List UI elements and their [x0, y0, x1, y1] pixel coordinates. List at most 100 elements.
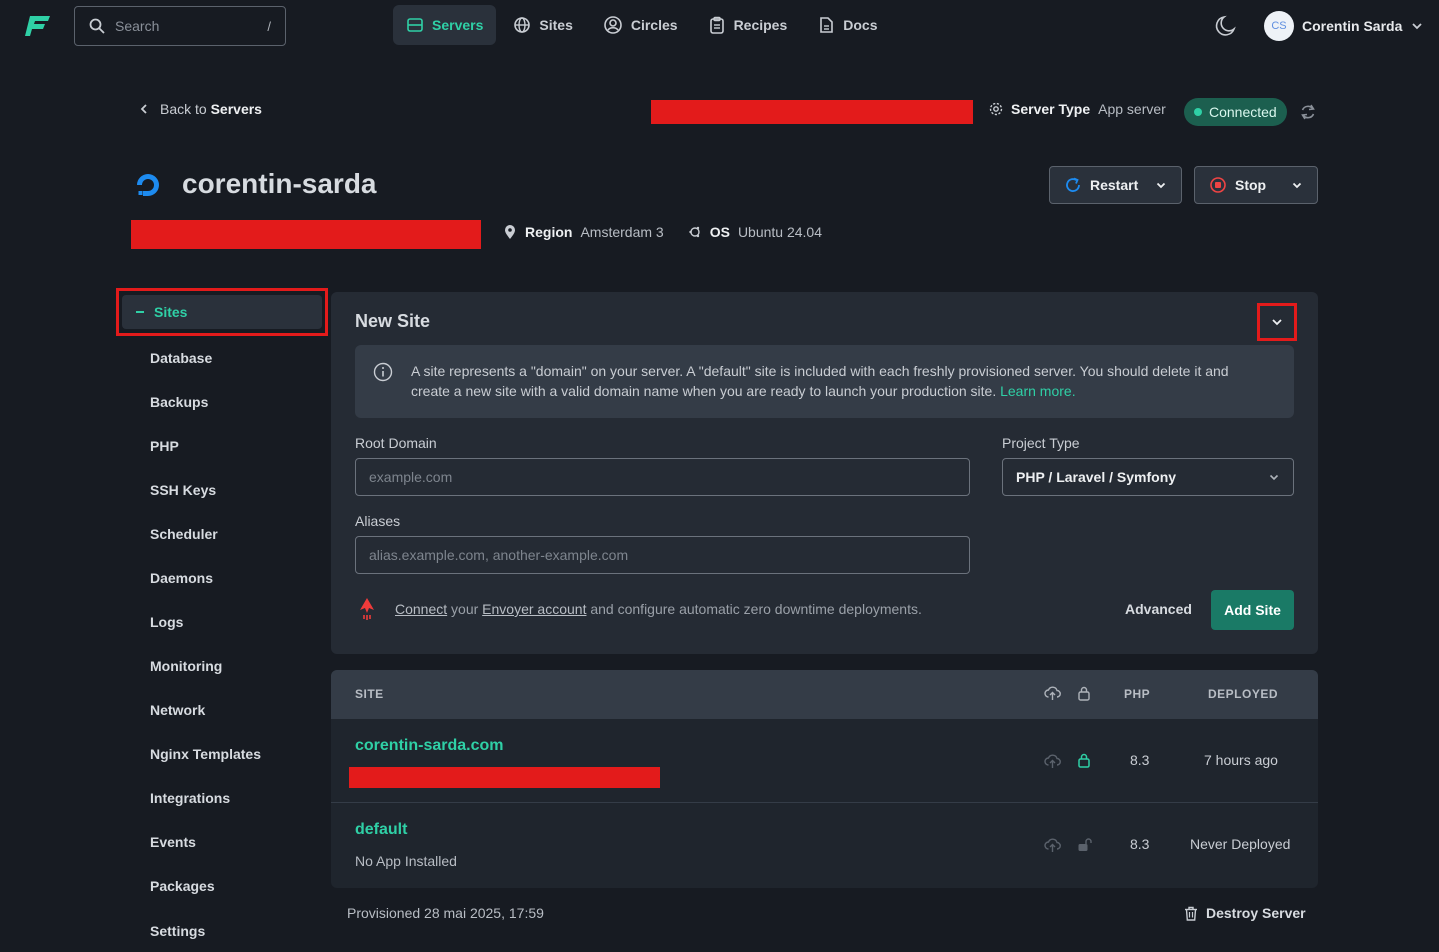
site-deployed: Never Deployed: [1190, 836, 1291, 852]
site-php-version: 8.3: [1130, 836, 1150, 852]
table-row[interactable]: corentin-sarda.com 8.3 7 hours ago: [331, 719, 1318, 803]
site-subtitle: No App Installed: [355, 853, 457, 869]
restart-icon: [1064, 176, 1082, 194]
moon-icon[interactable]: [1214, 14, 1238, 38]
envoyer-account-link[interactable]: Envoyer account: [482, 601, 586, 617]
redacted-block: [131, 220, 481, 249]
lock-icon: [1077, 685, 1091, 701]
nav-sites-label: Sites: [539, 17, 573, 33]
clipboard-icon: [708, 16, 726, 34]
provisioned-date: Provisioned 28 mai 2025, 17:59: [347, 905, 544, 921]
chevron-down-icon: [1291, 179, 1303, 191]
refresh-icon[interactable]: [1298, 102, 1318, 122]
sidebar-item-database[interactable]: Database: [116, 336, 328, 380]
sidebar-item-settings[interactable]: Settings: [116, 908, 328, 952]
sidebar-item-daemons[interactable]: Daemons: [116, 556, 328, 600]
root-domain-input[interactable]: [355, 458, 970, 496]
aliases-label: Aliases: [355, 513, 401, 529]
nav-servers-label: Servers: [432, 17, 484, 33]
nav-recipes[interactable]: Recipes: [695, 5, 801, 45]
lock-closed-icon: [1077, 752, 1091, 768]
project-type-select[interactable]: PHP / Laravel / Symfony: [1002, 458, 1294, 496]
sidebar-item-packages[interactable]: Packages: [116, 864, 328, 908]
os-label: OS: [709, 224, 730, 240]
envoyer-connect-link[interactable]: Connect: [395, 601, 447, 617]
server-sidebar: Sites Database Backups PHP SSH Keys Sche…: [116, 288, 328, 952]
sidebar-item-ssh-keys[interactable]: SSH Keys: [116, 468, 328, 512]
nav-docs[interactable]: Docs: [804, 5, 890, 45]
sidebar-item-nginx-templates[interactable]: Nginx Templates: [116, 732, 328, 776]
os-icon: [688, 225, 702, 239]
collapse-button[interactable]: [1257, 303, 1297, 341]
site-name-link[interactable]: corentin-sarda.com: [355, 737, 503, 755]
page-title: corentin-sarda: [182, 168, 377, 199]
search-input[interactable]: Search /: [74, 6, 286, 46]
user-menu[interactable]: CS Corentin Sarda: [1264, 11, 1424, 41]
nav-circles-label: Circles: [630, 17, 678, 33]
nav-servers[interactable]: Servers: [393, 5, 497, 45]
nav-sites[interactable]: Sites: [500, 5, 585, 45]
site-name-link[interactable]: default: [355, 821, 407, 839]
status-label: Connected: [1209, 104, 1277, 120]
lock-open-icon: [1077, 836, 1093, 852]
forge-logo-icon[interactable]: [24, 12, 52, 40]
sidebar-item-scheduler[interactable]: Scheduler: [116, 512, 328, 556]
sidebar-item-label: Sites: [154, 304, 188, 320]
redacted-block: [349, 767, 660, 788]
th-site: SITE: [355, 687, 384, 701]
sidebar-item-sites[interactable]: Sites: [116, 288, 328, 336]
sidebar-item-network[interactable]: Network: [116, 688, 328, 732]
sidebar-item-monitoring[interactable]: Monitoring: [116, 644, 328, 688]
th-deployed: DEPLOYED: [1208, 687, 1279, 701]
advanced-button[interactable]: Advanced: [1125, 601, 1192, 617]
cloud-upload-icon: [1044, 685, 1061, 701]
cloud-upload-icon: [1044, 753, 1061, 769]
globe-icon: [513, 16, 531, 34]
envoyer-text: and configure automatic zero downtime de…: [590, 601, 922, 617]
nav-circles[interactable]: Circles: [590, 5, 691, 45]
stop-icon: [1209, 176, 1227, 194]
os-value: Ubuntu 24.04: [737, 224, 823, 240]
restart-button[interactable]: Restart: [1049, 166, 1182, 204]
back-prefix: Back to: [160, 101, 207, 117]
th-php: PHP: [1124, 687, 1151, 701]
gear-icon: [989, 102, 1003, 116]
digitalocean-icon: [133, 170, 163, 200]
destroy-server-button[interactable]: Destroy Server: [1184, 905, 1306, 921]
map-pin-icon: [503, 224, 517, 240]
nav-docs-label: Docs: [843, 17, 878, 33]
sidebar-item-integrations[interactable]: Integrations: [116, 776, 328, 820]
envoyer-rocket-icon: [357, 597, 377, 621]
info-box: A site represents a "domain" on your ser…: [355, 345, 1294, 418]
chevron-down-icon: [1410, 19, 1424, 33]
chevron-down-icon: [1270, 315, 1284, 329]
sidebar-item-events[interactable]: Events: [116, 820, 328, 864]
server-type-label: Server Type: [1011, 101, 1091, 117]
user-name: Corentin Sarda: [1302, 18, 1403, 34]
info-text: A site represents a "domain" on your ser…: [411, 363, 1229, 399]
chevron-left-icon: [138, 103, 150, 115]
add-site-button[interactable]: Add Site: [1211, 590, 1294, 630]
cloud-upload-icon: [1044, 837, 1061, 853]
site-php-version: 8.3: [1130, 752, 1150, 768]
table-row[interactable]: default No App Installed 8.3 Never Deplo…: [331, 803, 1318, 887]
region-label: Region: [525, 224, 573, 240]
aliases-input[interactable]: [355, 536, 970, 574]
new-site-title: New Site: [355, 311, 431, 331]
sidebar-item-backups[interactable]: Backups: [116, 380, 328, 424]
sidebar-item-php[interactable]: PHP: [116, 424, 328, 468]
avatar: CS: [1264, 11, 1294, 41]
server-type: Server Type App server: [989, 101, 1166, 117]
stop-label: Stop: [1235, 177, 1267, 193]
server-icon: [406, 16, 424, 34]
learn-more-link[interactable]: Learn more.: [1000, 383, 1075, 399]
server-meta: Region Amsterdam 3 OS Ubuntu 24.04: [503, 224, 822, 240]
sidebar-item-logs[interactable]: Logs: [116, 600, 328, 644]
envoyer-notice: Connect your Envoyer account and configu…: [357, 597, 922, 621]
root-domain-label: Root Domain: [355, 435, 437, 451]
stop-button[interactable]: Stop: [1194, 166, 1318, 204]
envoyer-your: your: [451, 601, 479, 617]
back-to-servers-link[interactable]: Back to Servers: [138, 101, 262, 117]
search-icon: [89, 18, 105, 34]
table-header: SITE PHP DEPLOYED: [331, 670, 1318, 719]
